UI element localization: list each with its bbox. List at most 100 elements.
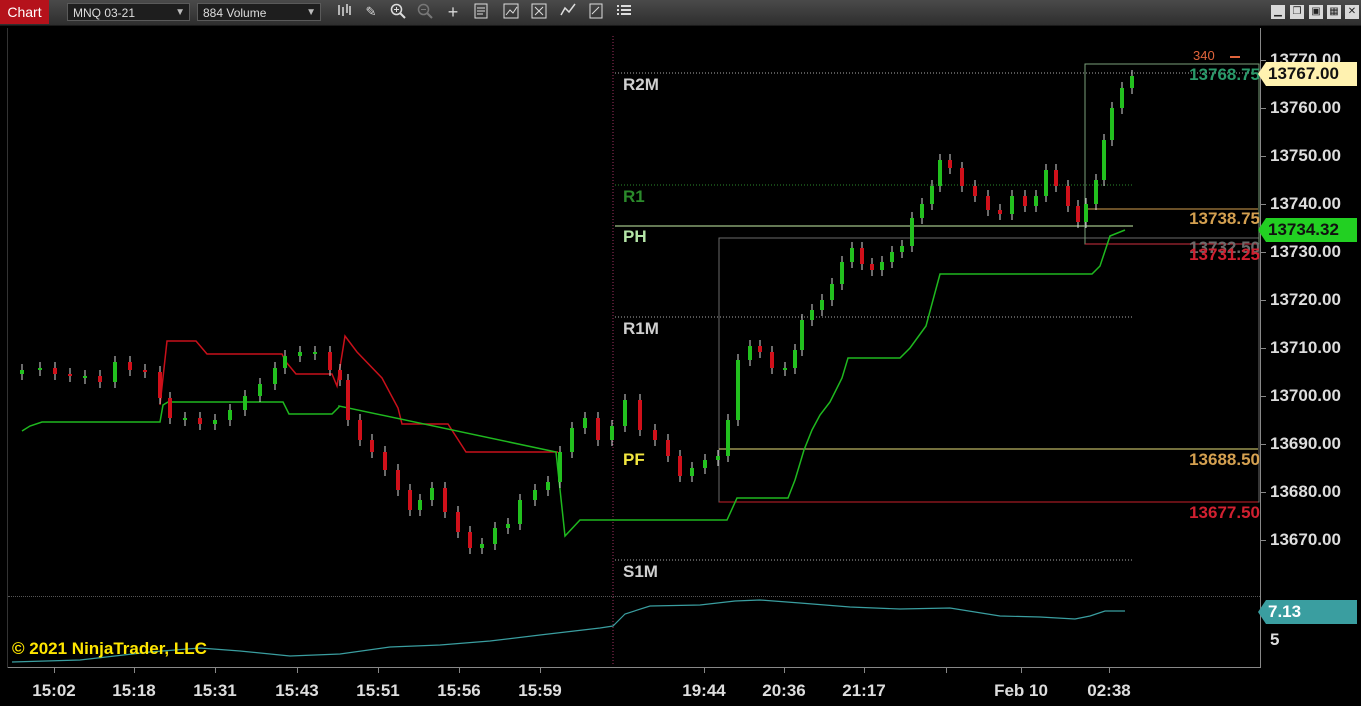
- candle-body: [68, 374, 72, 376]
- candle-body: [890, 252, 894, 262]
- candle-body: [1110, 108, 1114, 140]
- candle-body: [830, 284, 834, 300]
- candle-body: [518, 500, 522, 524]
- candle-body: [396, 470, 400, 490]
- candle-body: [430, 488, 434, 500]
- candle-body: [716, 456, 720, 460]
- stop-price-tag: 13734.32: [1258, 218, 1357, 242]
- candle-body: [736, 360, 740, 420]
- level-13731-label: 13731.25: [1189, 245, 1260, 264]
- candle-body: [1094, 180, 1098, 204]
- candle-body: [113, 362, 117, 382]
- candle-body: [973, 186, 977, 196]
- candle-body: [948, 160, 952, 168]
- level-13688-label: 13688.50: [1189, 450, 1260, 469]
- time-axis-label: 19:44: [682, 681, 726, 700]
- price-axis-tick: [1261, 156, 1266, 157]
- candle-body: [998, 210, 1002, 214]
- candle-body: [666, 440, 670, 456]
- candle-body: [418, 500, 422, 510]
- volume-count-marker: [1230, 56, 1240, 58]
- candle-body: [610, 426, 614, 440]
- candle-body: [938, 160, 942, 186]
- time-axis-tick: [1109, 668, 1110, 673]
- candle-body: [258, 384, 262, 396]
- ph-label: PH: [623, 227, 647, 246]
- candle-body: [198, 418, 202, 424]
- candle-body: [480, 544, 484, 548]
- price-axis-tick: [1261, 252, 1266, 253]
- candle-body: [1102, 140, 1106, 180]
- time-axis-label: 15:43: [275, 681, 319, 700]
- trailing-stop-green: [21, 229, 1126, 538]
- candle-body: [228, 410, 232, 420]
- level-13768-label: 13768.75: [1189, 65, 1260, 84]
- candle-body: [1010, 196, 1014, 214]
- candle-body: [243, 396, 247, 410]
- candle-body: [770, 352, 774, 368]
- candle-body: [158, 372, 162, 398]
- candle-body: [870, 264, 874, 270]
- candle-body: [583, 418, 587, 428]
- time-axis-tick: [784, 668, 785, 673]
- candle-body: [273, 368, 277, 384]
- price-axis-label: 13760.00: [1270, 98, 1341, 117]
- time-axis-label: 20:36: [762, 681, 806, 700]
- price-chart[interactable]: [0, 0, 1361, 706]
- last-price-tag: 13767.00: [1258, 62, 1357, 86]
- price-axis-label: 13700.00: [1270, 386, 1341, 405]
- candle-body: [1034, 196, 1038, 206]
- time-axis-tick: [459, 668, 460, 673]
- price-axis-tick: [1261, 492, 1266, 493]
- candle-body: [570, 428, 574, 452]
- candle-body: [493, 528, 497, 544]
- time-axis-label: Feb 10: [994, 681, 1048, 700]
- candle-body: [1044, 170, 1048, 196]
- time-axis-tick: [1021, 668, 1022, 673]
- candle-body: [506, 524, 510, 528]
- candle-body: [443, 488, 447, 512]
- time-axis-tick: [540, 668, 541, 673]
- time-axis-label: 15:59: [518, 681, 562, 700]
- time-axis-label: 15:02: [32, 681, 76, 700]
- time-axis-label: 15:18: [112, 681, 156, 700]
- time-axis-tick: [946, 668, 947, 673]
- candle-body: [20, 370, 24, 374]
- price-axis-label: 13680.00: [1270, 482, 1341, 501]
- candle-body: [408, 490, 412, 510]
- candle-body: [840, 262, 844, 284]
- candle-body: [986, 196, 990, 210]
- time-axis-tick: [864, 668, 865, 673]
- candle-body: [703, 460, 707, 468]
- candle-body: [38, 368, 42, 370]
- time-axis-label: 15:31: [193, 681, 237, 700]
- candle-body: [810, 310, 814, 320]
- level-13677-label: 13677.50: [1189, 503, 1260, 522]
- candle-body: [596, 418, 600, 440]
- candle-body: [880, 262, 884, 270]
- candle-body: [298, 352, 302, 356]
- candle-body: [53, 368, 57, 374]
- candle-body: [850, 248, 854, 262]
- candle-body: [653, 430, 657, 440]
- candle-body: [213, 420, 217, 424]
- candle-body: [690, 468, 694, 476]
- candle-body: [638, 400, 642, 430]
- volume-count: 340: [1193, 48, 1215, 63]
- price-axis-tick: [1261, 204, 1266, 205]
- candle-body: [920, 204, 924, 218]
- price-axis-label: 13720.00: [1270, 290, 1341, 309]
- time-axis-label: 02:38: [1087, 681, 1131, 700]
- price-axis-label: 13670.00: [1270, 530, 1341, 549]
- price-axis-tick: [1261, 300, 1266, 301]
- price-axis-label: 13730.00: [1270, 242, 1341, 261]
- time-axis-tick: [134, 668, 135, 673]
- price-axis-tick: [1261, 60, 1266, 61]
- level-13738-label: 13738.75: [1189, 209, 1260, 228]
- indicator-axis-label: 5: [1270, 630, 1280, 649]
- candle-body: [83, 376, 87, 378]
- indicator-value-tag: 7.13: [1258, 600, 1357, 624]
- price-axis-label: 13690.00: [1270, 434, 1341, 453]
- candle-body: [623, 400, 627, 426]
- time-axis-label: 15:56: [437, 681, 481, 700]
